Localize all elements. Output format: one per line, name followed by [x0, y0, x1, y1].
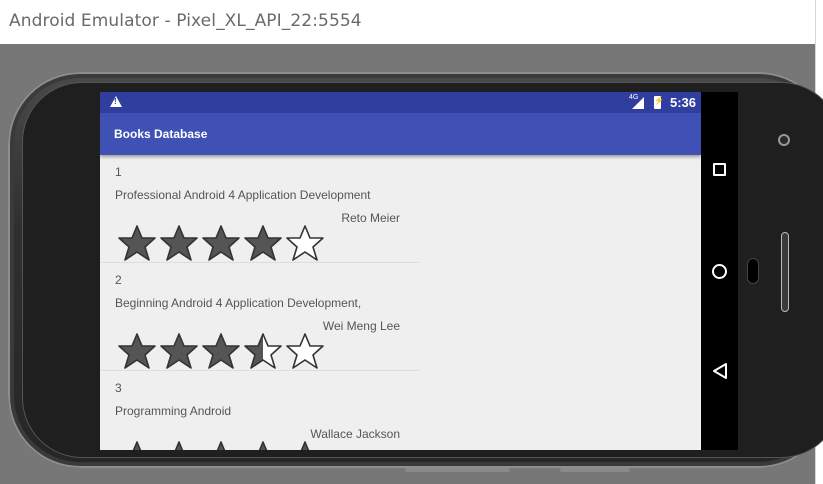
star-filled-icon[interactable] [200, 439, 242, 450]
book-number: 1 [115, 165, 122, 179]
star-half-icon[interactable] [242, 331, 284, 371]
book-number: 2 [115, 273, 122, 287]
signal-icon [632, 97, 644, 109]
book-author: Wei Meng Lee [322, 319, 400, 333]
recents-icon[interactable] [713, 163, 726, 176]
book-list[interactable]: 1 Professional Android 4 Application Dev… [100, 155, 701, 450]
book-author: Reto Meier [341, 211, 400, 225]
status-bar: 4G 5:36 [100, 92, 701, 113]
star-filled-icon[interactable] [242, 439, 284, 450]
home-icon[interactable] [712, 264, 727, 279]
book-title: Professional Android 4 Application Devel… [115, 188, 371, 202]
window-title-bar: Android Emulator - Pixel_XL_API_22:5554 [0, 0, 815, 44]
book-title: Programming Android [115, 404, 232, 418]
star-filled-icon[interactable] [158, 331, 200, 371]
camera-icon [778, 134, 790, 146]
star-filled-icon[interactable] [200, 331, 242, 371]
star-filled-icon[interactable] [284, 439, 326, 450]
side-button[interactable] [781, 232, 789, 312]
star-empty-icon[interactable] [284, 223, 326, 263]
book-title: Beginning Android 4 Application Developm… [115, 296, 362, 310]
rating-bar[interactable] [116, 439, 326, 450]
star-filled-icon[interactable] [116, 223, 158, 263]
star-empty-icon[interactable] [284, 331, 326, 371]
star-filled-icon[interactable] [116, 331, 158, 371]
list-item[interactable]: 3 Programming Android Wallace Jackson [100, 371, 420, 450]
star-filled-icon[interactable] [116, 439, 158, 450]
status-clock: 5:36 [670, 95, 697, 110]
app-title: Books Database [114, 127, 208, 141]
app-bar: Books Database [100, 113, 701, 155]
star-filled-icon[interactable] [158, 223, 200, 263]
star-filled-icon[interactable] [200, 223, 242, 263]
navigation-bar [701, 92, 738, 450]
star-filled-icon[interactable] [158, 439, 200, 450]
book-number: 3 [115, 381, 122, 395]
battery-icon [654, 96, 664, 109]
star-filled-icon[interactable] [242, 223, 284, 263]
back-icon[interactable] [711, 362, 729, 380]
list-item[interactable]: 1 Professional Android 4 Application Dev… [100, 155, 420, 263]
sensor [747, 258, 759, 284]
rating-bar[interactable] [116, 223, 326, 263]
speaker-grille [560, 468, 630, 472]
speaker-grille [405, 468, 510, 472]
window-title: Android Emulator - Pixel_XL_API_22:5554 [9, 11, 362, 31]
list-item[interactable]: 2 Beginning Android 4 Application Develo… [100, 263, 420, 371]
warning-icon [110, 96, 122, 107]
rating-bar[interactable] [116, 331, 326, 371]
device-screen[interactable]: 4G 5:36 Books Database 1 Professional An… [100, 92, 701, 450]
